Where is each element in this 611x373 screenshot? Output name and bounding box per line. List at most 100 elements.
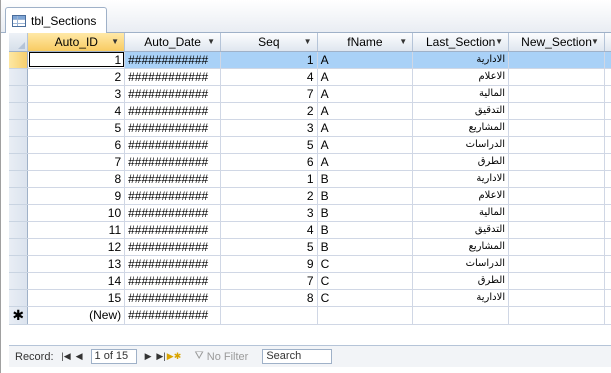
cell-seq[interactable]: 7 [220, 85, 318, 103]
column-header-next[interactable] [604, 33, 611, 52]
cell-fname[interactable]: C [317, 289, 414, 307]
cell-new-section[interactable] [508, 153, 605, 171]
cell-auto-id[interactable]: 3 [27, 85, 126, 103]
cell-last-section[interactable]: الدراسات [412, 136, 510, 154]
row-selector[interactable] [9, 68, 29, 86]
cell-new-section[interactable] [508, 221, 605, 239]
cell-seq[interactable]: 9 [220, 255, 318, 273]
cell-next-column[interactable] [604, 238, 611, 256]
cell-auto-date[interactable]: ############ [124, 187, 222, 205]
cell-last-section[interactable]: الادارية [412, 289, 510, 307]
cell-seq[interactable]: 7 [220, 272, 318, 290]
new-record-cell[interactable] [508, 306, 605, 325]
last-record-icon[interactable]: ▶| [155, 349, 168, 365]
select-all-corner[interactable] [9, 33, 29, 52]
cell-new-section[interactable] [508, 136, 605, 154]
cell-auto-date[interactable]: ############ [124, 102, 222, 120]
next-record-icon[interactable]: ▶ [142, 349, 155, 365]
cell-auto-id[interactable]: 14 [27, 272, 126, 290]
row-selector[interactable] [9, 153, 29, 171]
table-row[interactable]: 9 ############ 2 B الاعلام [9, 187, 611, 205]
cell-auto-id[interactable]: 8 [27, 170, 126, 188]
row-selector[interactable] [9, 289, 29, 307]
table-row[interactable]: 2 ############ 4 A الاعلام [9, 68, 611, 86]
cell-fname[interactable]: B [317, 221, 414, 239]
cell-auto-date[interactable]: ############ [124, 170, 222, 188]
cell-auto-id[interactable]: 1 [27, 51, 126, 69]
row-selector[interactable] [9, 170, 29, 188]
cell-next-column[interactable] [604, 153, 611, 171]
cell-last-section[interactable]: الادارية [412, 170, 510, 188]
new-record-cell[interactable] [220, 306, 318, 325]
new-record-row[interactable]: ✱ (New) ############ [9, 306, 611, 325]
cell-seq[interactable]: 3 [220, 204, 318, 222]
chevron-down-icon[interactable]: ▼ [110, 37, 120, 47]
cell-seq[interactable]: 1 [220, 51, 318, 69]
table-row[interactable]: 15 ############ 8 C الادارية [9, 289, 611, 307]
cell-last-section[interactable]: الطرق [412, 272, 510, 290]
cell-auto-id[interactable]: 11 [27, 221, 126, 239]
cell-next-column[interactable] [604, 51, 611, 69]
row-selector[interactable] [9, 272, 29, 290]
cell-new-section[interactable] [508, 272, 605, 290]
column-header-fname[interactable]: fName ▼ [317, 33, 414, 52]
cell-auto-id[interactable]: 2 [27, 68, 126, 86]
cell-auto-id[interactable]: 9 [27, 187, 126, 205]
new-record-cell[interactable] [412, 306, 510, 325]
cell-fname[interactable]: C [317, 255, 414, 273]
cell-new-section[interactable] [508, 238, 605, 256]
cell-auto-date[interactable]: ############ [124, 204, 222, 222]
cell-seq[interactable]: 4 [220, 68, 318, 86]
cell-fname[interactable]: B [317, 170, 414, 188]
cell-seq[interactable]: 2 [220, 102, 318, 120]
cell-last-section[interactable]: الطرق [412, 153, 510, 171]
cell-auto-id[interactable]: 5 [27, 119, 126, 137]
new-record-icon[interactable]: ▶✱ [167, 349, 181, 365]
cell-auto-date[interactable]: ############ [124, 221, 222, 239]
cell-new-section[interactable] [508, 187, 605, 205]
row-selector[interactable] [9, 221, 29, 239]
cell-auto-date[interactable]: ############ [124, 238, 222, 256]
cell-last-section[interactable]: الاعلام [412, 68, 510, 86]
table-row[interactable]: 7 ############ 6 A الطرق [9, 153, 611, 171]
cell-new-section[interactable] [508, 51, 605, 69]
table-row[interactable]: 6 ############ 5 A الدراسات [9, 136, 611, 154]
new-record-cell[interactable] [604, 306, 611, 325]
column-header-new-section[interactable]: New_Section ▼ [508, 33, 605, 52]
cell-auto-date[interactable]: ############ [124, 272, 222, 290]
row-selector[interactable] [9, 187, 29, 205]
row-selector[interactable] [9, 119, 29, 137]
first-record-icon[interactable]: |◀ [60, 349, 73, 365]
cell-auto-date[interactable]: ############ [124, 306, 222, 325]
cell-next-column[interactable] [604, 204, 611, 222]
cell-last-section[interactable]: التدقيق [412, 102, 510, 120]
cell-new-section[interactable] [508, 119, 605, 137]
column-header-auto-date[interactable]: Auto_Date ▼ [124, 33, 222, 52]
row-selector[interactable] [9, 238, 29, 256]
cell-auto-date[interactable]: ############ [124, 85, 222, 103]
cell-new-section[interactable] [508, 68, 605, 86]
table-row[interactable]: 3 ############ 7 A المالية [9, 85, 611, 103]
previous-record-icon[interactable]: ◀ [73, 349, 86, 365]
table-row[interactable]: 5 ############ 3 A المشاريع [9, 119, 611, 137]
cell-last-section[interactable]: الدراسات [412, 255, 510, 273]
cell-seq[interactable]: 5 [220, 136, 318, 154]
cell-next-column[interactable] [604, 85, 611, 103]
cell-fname[interactable]: B [317, 238, 414, 256]
cell-last-section[interactable]: التدقيق [412, 221, 510, 239]
cell-auto-date[interactable]: ############ [124, 255, 222, 273]
cell-auto-id[interactable]: 13 [27, 255, 126, 273]
row-selector[interactable] [9, 204, 29, 222]
cell-last-section[interactable]: الادارية [412, 51, 510, 69]
cell-auto-id[interactable]: 12 [27, 238, 126, 256]
cell-new-section[interactable] [508, 204, 605, 222]
cell-next-column[interactable] [604, 68, 611, 86]
row-selector[interactable] [9, 136, 29, 154]
cell-seq[interactable]: 5 [220, 238, 318, 256]
cell-next-column[interactable] [604, 221, 611, 239]
cell-next-column[interactable] [604, 187, 611, 205]
cell-fname[interactable]: A [317, 119, 414, 137]
cell-next-column[interactable] [604, 102, 611, 120]
table-row[interactable]: 13 ############ 9 C الدراسات [9, 255, 611, 273]
row-selector[interactable] [9, 102, 29, 120]
